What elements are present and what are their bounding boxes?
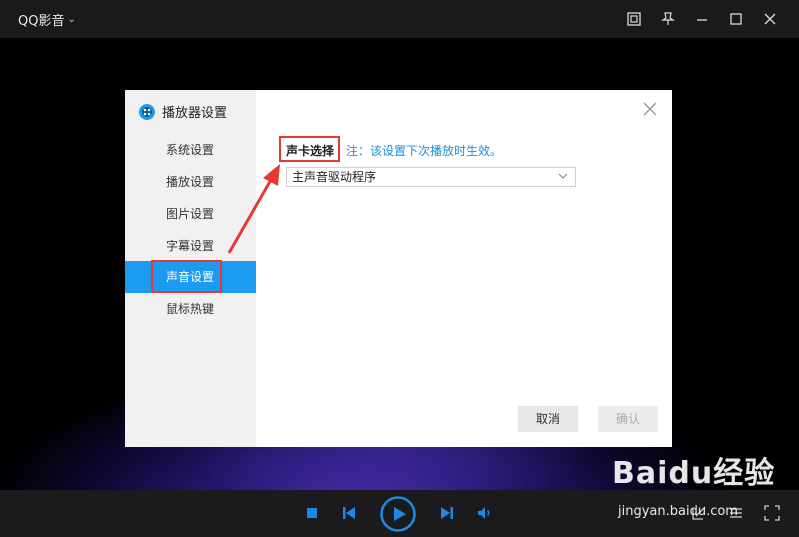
watermark-url: jingyan.baidu.com: [618, 504, 738, 519]
stop-icon: [307, 508, 317, 518]
stop-button[interactable]: [305, 506, 319, 520]
volume-button[interactable]: [476, 504, 494, 522]
next-icon: [441, 507, 453, 519]
volume-icon: [478, 507, 490, 519]
watermark-brand: Baidu经验: [612, 456, 776, 491]
next-button[interactable]: [438, 504, 456, 522]
previous-button[interactable]: [340, 504, 358, 522]
play-button[interactable]: [379, 495, 417, 533]
fullscreen-button[interactable]: [763, 504, 781, 522]
baidu-watermark: Baidu经验 jingyan.baidu.com: [612, 448, 776, 519]
previous-icon: [343, 507, 355, 519]
fullscreen-icon: [764, 505, 780, 521]
play-icon: [380, 496, 416, 532]
